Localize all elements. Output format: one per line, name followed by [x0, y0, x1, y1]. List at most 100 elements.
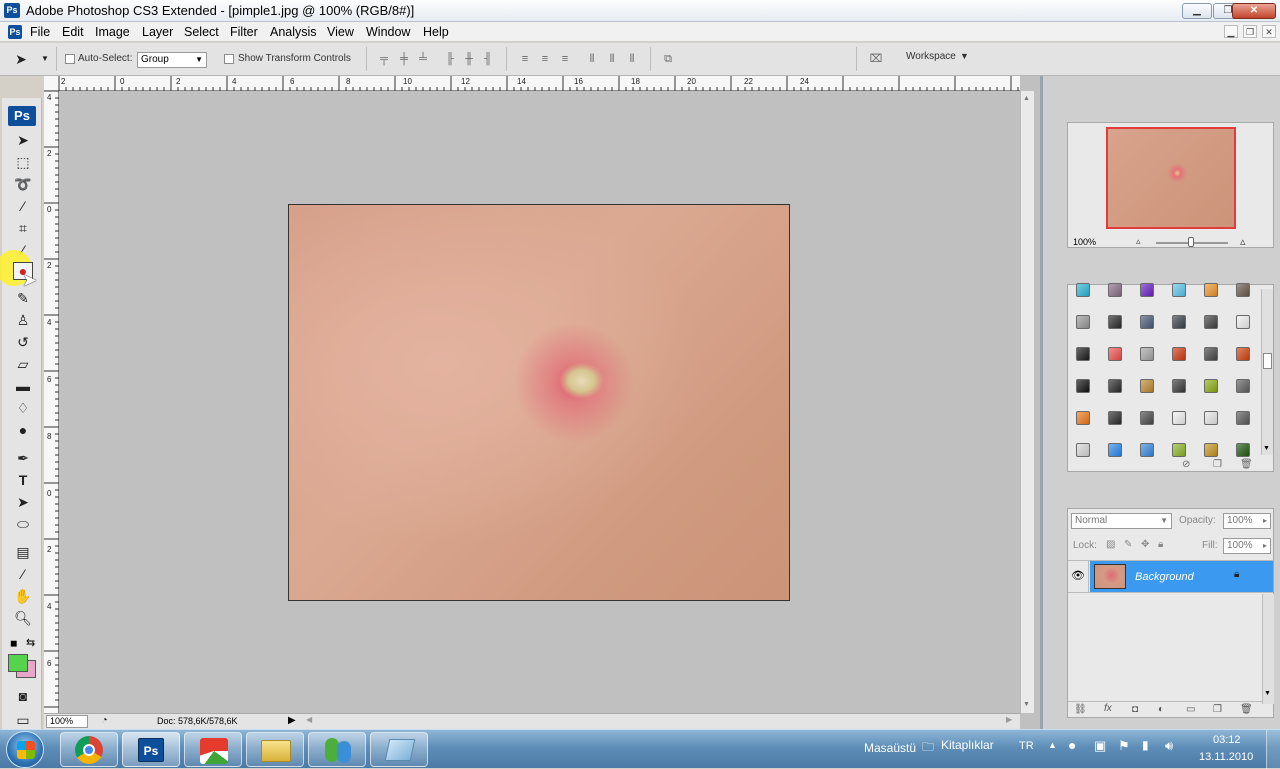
align-vcenter-icon[interactable]: ╪	[397, 52, 411, 66]
scroll-left-icon[interactable]: ◀	[306, 715, 312, 724]
zoom-level-field[interactable]: 100%	[46, 715, 88, 728]
network-icon[interactable]: ▮	[1142, 738, 1149, 752]
menu-view[interactable]: View	[327, 25, 354, 39]
new-style-icon[interactable]: ❐	[1213, 459, 1222, 470]
style-swatch[interactable]	[1140, 379, 1154, 393]
clear-style-icon[interactable]: ⊘	[1182, 459, 1190, 470]
taskbar-app-3[interactable]	[184, 732, 242, 767]
workspace-chevron-icon[interactable]: ▼	[960, 51, 969, 61]
clock-date[interactable]: 13.11.2010	[1199, 751, 1253, 763]
show-desktop-button[interactable]	[1266, 730, 1280, 769]
lock-transparency-icon[interactable]: ▨	[1106, 539, 1115, 550]
swap-colors-icon[interactable]: ⇆	[26, 636, 35, 649]
align-right-icon[interactable]: ╢	[481, 52, 495, 66]
status-menu-arrow-icon[interactable]: ▶	[288, 715, 296, 726]
foreground-color-swatch[interactable]	[8, 654, 28, 672]
align-left-icon[interactable]: ╟	[443, 52, 457, 66]
document-icon[interactable]: Ps	[8, 25, 22, 39]
link-layers-icon[interactable]: ⛓︎	[1074, 704, 1087, 715]
default-colors-icon[interactable]: ◼	[10, 638, 17, 649]
style-swatch[interactable]	[1172, 379, 1186, 393]
distribute-left-icon[interactable]: ⦀	[585, 52, 599, 66]
new-group-icon[interactable]: ▭	[1186, 704, 1195, 715]
action-center-flag-icon[interactable]: ⚑	[1118, 738, 1130, 754]
scroll-up-icon[interactable]: ▲	[1023, 95, 1030, 102]
menu-window[interactable]: Window	[366, 25, 410, 39]
menu-help[interactable]: Help	[423, 25, 449, 39]
quick-mask-icon[interactable]: ◙	[12, 686, 34, 706]
style-swatch[interactable]	[1140, 347, 1154, 361]
move-tool-icon[interactable]: ➤	[12, 130, 34, 150]
marquee-tool-icon[interactable]: ⬚	[12, 152, 34, 172]
distribute-hcenter-icon[interactable]: ⦀	[605, 52, 619, 66]
scroll-thumb[interactable]	[1263, 353, 1272, 369]
bridge-icon[interactable]: ⌧	[866, 52, 886, 66]
blur-tool-icon[interactable]: ♢	[12, 398, 34, 418]
close-button[interactable]: ✕	[1232, 3, 1276, 19]
align-top-icon[interactable]: ╤	[377, 52, 391, 66]
scroll-right-icon[interactable]: ▶	[1006, 715, 1012, 724]
style-swatch[interactable]	[1108, 411, 1122, 425]
style-swatch[interactable]	[1236, 379, 1250, 393]
style-swatch[interactable]	[1108, 315, 1122, 329]
layer-mask-icon[interactable]: ◘	[1132, 704, 1138, 715]
menu-select[interactable]: Select	[184, 25, 219, 39]
ellipse-shape-tool-icon[interactable]: ⬭	[12, 514, 34, 534]
style-swatch[interactable]	[1076, 411, 1090, 425]
style-swatch[interactable]	[1140, 411, 1154, 425]
adjustment-layer-icon[interactable]: ◐	[1158, 704, 1164, 715]
style-swatch[interactable]	[1140, 315, 1154, 329]
crop-tool-icon[interactable]: ⌗	[12, 218, 34, 238]
dock-divider[interactable]	[1040, 76, 1043, 729]
preset-dropdown-icon[interactable]: ▼	[38, 52, 52, 66]
type-tool-icon[interactable]: T	[12, 470, 34, 490]
auto-select-dropdown[interactable]: Group ▼	[137, 52, 207, 68]
fill-field[interactable]: 100% ▸	[1223, 538, 1271, 554]
eyedropper-tool-icon[interactable]: ⁄	[12, 564, 34, 584]
libraries-toolbar-label[interactable]: Kitaplıklar	[941, 738, 994, 752]
distribute-vcenter-icon[interactable]: ≡	[538, 52, 552, 66]
style-swatch[interactable]	[1204, 411, 1218, 425]
history-brush-tool-icon[interactable]: ↺	[12, 332, 34, 352]
scroll-down-icon[interactable]: ▼	[1023, 701, 1030, 708]
device-tray-icon[interactable]: ▣	[1094, 738, 1106, 754]
zoom-in-icon[interactable]: ▵	[1240, 235, 1246, 248]
zoom-out-icon[interactable]: ▵	[1136, 236, 1141, 247]
taskbar-app-6[interactable]	[370, 732, 428, 767]
style-swatch[interactable]	[1076, 283, 1090, 297]
visibility-eye-icon[interactable]: 👁︎	[1068, 561, 1089, 592]
style-swatch[interactable]	[1076, 379, 1090, 393]
doc-restore-button[interactable]: ❐	[1243, 25, 1257, 38]
distribute-bottom-icon[interactable]: ≡	[558, 52, 572, 66]
menu-edit[interactable]: Edit	[62, 25, 84, 39]
taskbar-messenger[interactable]	[308, 732, 366, 767]
magic-wand-tool-icon[interactable]: ⁄	[12, 196, 34, 216]
layers-scrollbar[interactable]: ▼	[1262, 594, 1274, 704]
path-selection-tool-icon[interactable]: ➤	[12, 492, 34, 512]
layer-name[interactable]: Background	[1135, 571, 1194, 583]
style-swatch[interactable]	[1236, 443, 1250, 457]
delete-layer-icon[interactable]: 🗑︎	[1240, 704, 1253, 715]
style-swatch[interactable]	[1108, 347, 1122, 361]
delete-style-icon[interactable]: 🗑︎	[1240, 459, 1253, 470]
lock-all-icon[interactable]: 🔒︎	[1158, 539, 1163, 550]
clock-time[interactable]: 03:12	[1213, 734, 1241, 746]
taskbar-chrome[interactable]	[60, 732, 118, 767]
style-swatch[interactable]	[1076, 347, 1090, 361]
navigator-thumbnail[interactable]	[1106, 127, 1236, 229]
style-swatch[interactable]	[1236, 347, 1250, 361]
style-swatch[interactable]	[1236, 283, 1250, 297]
style-swatch[interactable]	[1108, 379, 1122, 393]
navigator-zoom-value[interactable]: 100%	[1073, 237, 1096, 247]
style-swatch[interactable]	[1172, 315, 1186, 329]
style-swatch[interactable]	[1204, 379, 1218, 393]
gradient-tool-icon[interactable]: ▬	[12, 376, 34, 396]
style-swatch[interactable]	[1204, 315, 1218, 329]
taskbar-explorer[interactable]	[246, 732, 304, 767]
style-swatch[interactable]	[1204, 347, 1218, 361]
style-swatch[interactable]	[1140, 443, 1154, 457]
vertical-scrollbar[interactable]: ▲ ▼	[1020, 91, 1034, 713]
lock-image-icon[interactable]: ✎	[1124, 539, 1132, 550]
style-swatch[interactable]	[1172, 283, 1186, 297]
menu-layer[interactable]: Layer	[142, 25, 173, 39]
